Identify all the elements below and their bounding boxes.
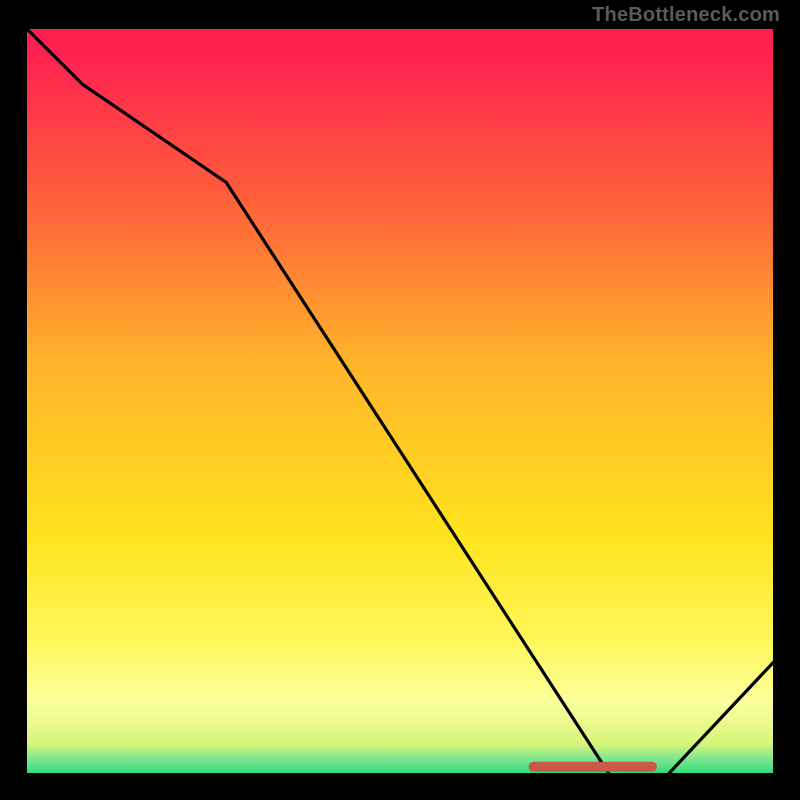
margin-right <box>780 0 800 800</box>
plot-area <box>22 24 778 778</box>
background-gradient <box>22 24 778 778</box>
chart-stage: TheBottleneck.com <box>0 0 800 800</box>
margin-left <box>0 0 24 800</box>
watermark-text: TheBottleneck.com <box>592 4 780 27</box>
margin-bottom <box>0 778 800 800</box>
